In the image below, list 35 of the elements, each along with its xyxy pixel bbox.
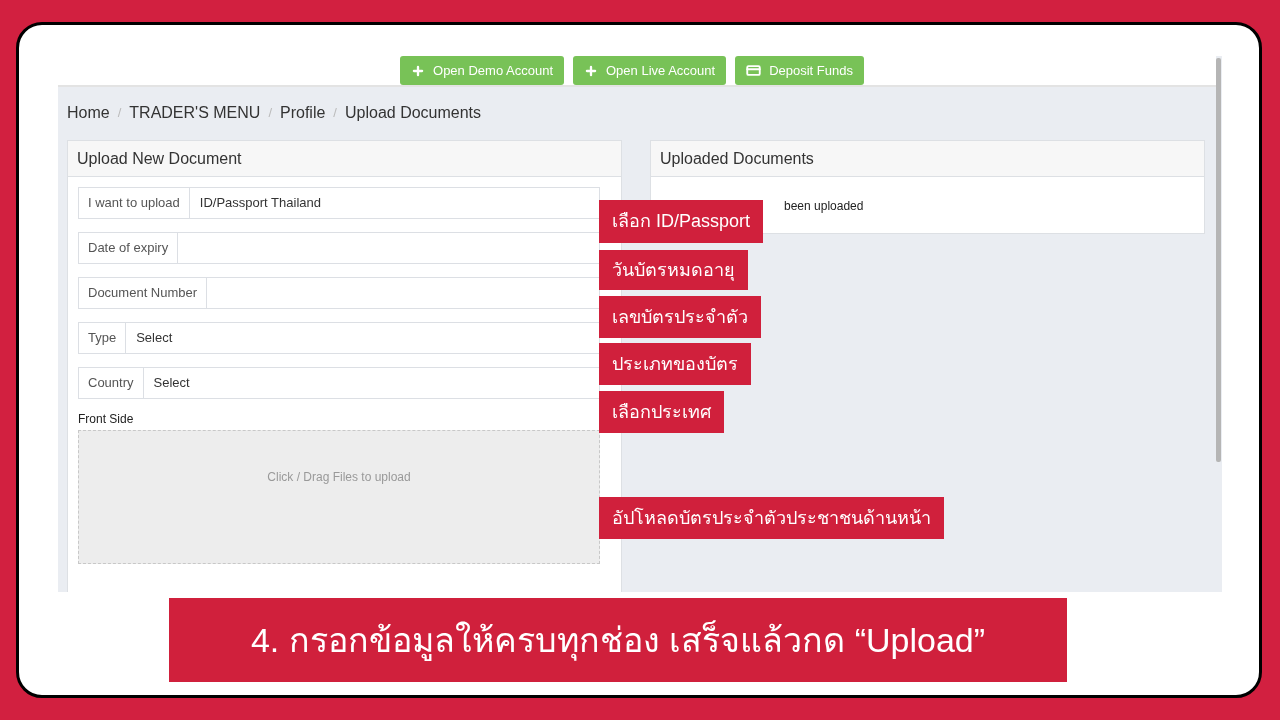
select-field[interactable]: Country Select [78,367,600,399]
plus-icon [411,63,426,78]
breadcrumb-link[interactable]: TRADER'S MENU [129,101,261,125]
field-label: I want to upload [79,188,190,218]
select-value: Select [135,329,174,348]
caption-banner: 4. กรอกข้อมูลให้ครบทุกช่อง เสร็จแล้วกด “Upload” [169,598,1067,682]
select-value: Select [152,374,191,393]
breadcrumb-separator: / [268,104,272,123]
plus-icon [584,63,598,78]
field-label: Type [79,323,127,353]
field-label: Country [79,368,144,398]
panel-header: Upload New Document [68,141,621,177]
field-label: Date of expiry [79,233,179,263]
breadcrumb-link[interactable]: Upload Documents [345,101,482,125]
annotation-label: เลขบัตรประจำตัว [599,296,761,338]
select-field[interactable]: Type Select [78,322,600,354]
breadcrumb-separator: / [333,104,337,123]
annotation-label: ประเภทของบัตร [599,343,751,385]
panel-header: Uploaded Documents [651,141,1204,177]
breadcrumb-link[interactable]: Home [67,101,110,125]
input-field[interactable]: Document Number [78,277,600,309]
field-label: Document Number [79,278,208,308]
annotation-label: เลือกประเทศ [599,391,724,433]
scrollbar-thumb[interactable] [1216,58,1221,462]
input-field[interactable]: Date of expiry [78,232,600,264]
card-icon [746,63,762,78]
select-field[interactable]: I want to upload ID/Passport Thailand [78,187,600,219]
field-label: Front Side [78,411,134,428]
annotation-label: วันบัตรหมดอายุ [599,250,748,290]
annotation-label: เลือก ID/Passport [599,200,764,243]
breadcrumb-link[interactable]: Profile [280,101,326,125]
breadcrumb-separator: / [117,104,122,123]
empty-message: been uploaded [784,198,864,215]
select-value: ID/Passport Thailand [198,194,322,213]
annotation-label: อัปโหลดบัตรประจำตัวประชาชนด้านหน้า [599,497,944,539]
